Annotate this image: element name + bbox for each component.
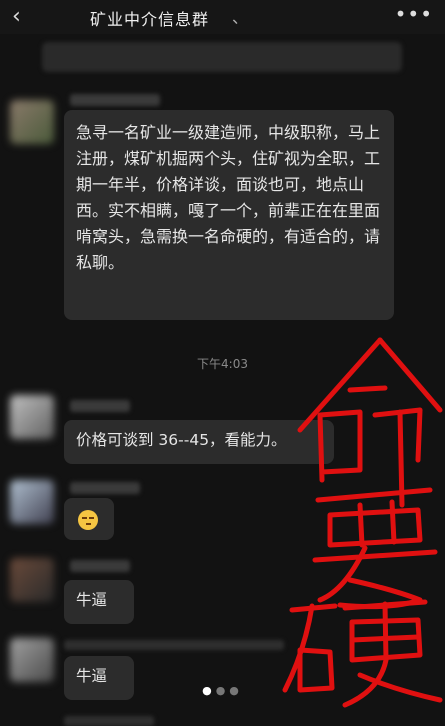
handwritten-annotation	[282, 337, 443, 708]
